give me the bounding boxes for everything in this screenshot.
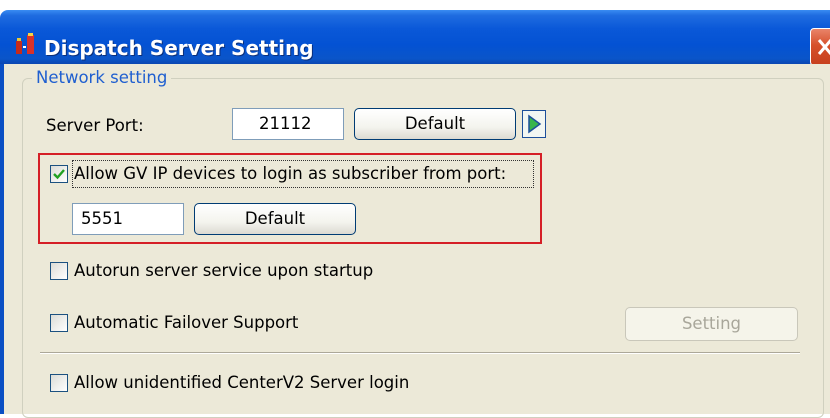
server-port-label: Server Port: [46, 116, 144, 135]
server-port-default-button[interactable]: Default [354, 108, 516, 140]
separator [40, 352, 800, 354]
server-port-input[interactable]: 21112 [232, 108, 344, 140]
allow-unidentified-checkbox[interactable] [50, 374, 68, 392]
dispatch-server-setting-window: Dispatch Server Setting Network setting … [0, 0, 830, 418]
failover-setting-button[interactable]: Setting [625, 307, 798, 341]
window-left-border [0, 64, 4, 414]
server-port-default-label: Default [404, 114, 466, 133]
failover-label[interactable]: Automatic Failover Support [74, 311, 298, 335]
failover-setting-label: Setting [681, 314, 742, 333]
server-port-value: 21112 [259, 114, 312, 133]
autorun-checkbox[interactable] [50, 262, 68, 280]
play-arrow-icon [528, 114, 542, 134]
gv-ip-port-input[interactable]: 5551 [72, 203, 184, 235]
failover-checkbox[interactable] [50, 314, 68, 332]
group-title: Network setting [32, 66, 172, 90]
allow-unidentified-label[interactable]: Allow unidentified CenterV2 Server login [74, 371, 409, 395]
checkmark-icon [53, 169, 65, 180]
close-icon [817, 39, 830, 55]
allow-gv-ip-label[interactable]: Allow GV IP devices to login as subscrib… [74, 162, 506, 186]
close-button[interactable] [810, 28, 830, 66]
gv-ip-port-default-button[interactable]: Default [194, 203, 356, 235]
expand-arrow-button[interactable] [522, 110, 546, 138]
gv-ip-port-default-label: Default [244, 209, 306, 228]
app-icon [15, 32, 39, 56]
allow-gv-ip-checkbox[interactable] [50, 165, 68, 183]
gv-ip-port-value: 5551 [81, 209, 123, 228]
autorun-label[interactable]: Autorun server service upon startup [74, 259, 373, 283]
window-title: Dispatch Server Setting [44, 36, 314, 60]
title-bar[interactable]: Dispatch Server Setting [0, 10, 830, 66]
